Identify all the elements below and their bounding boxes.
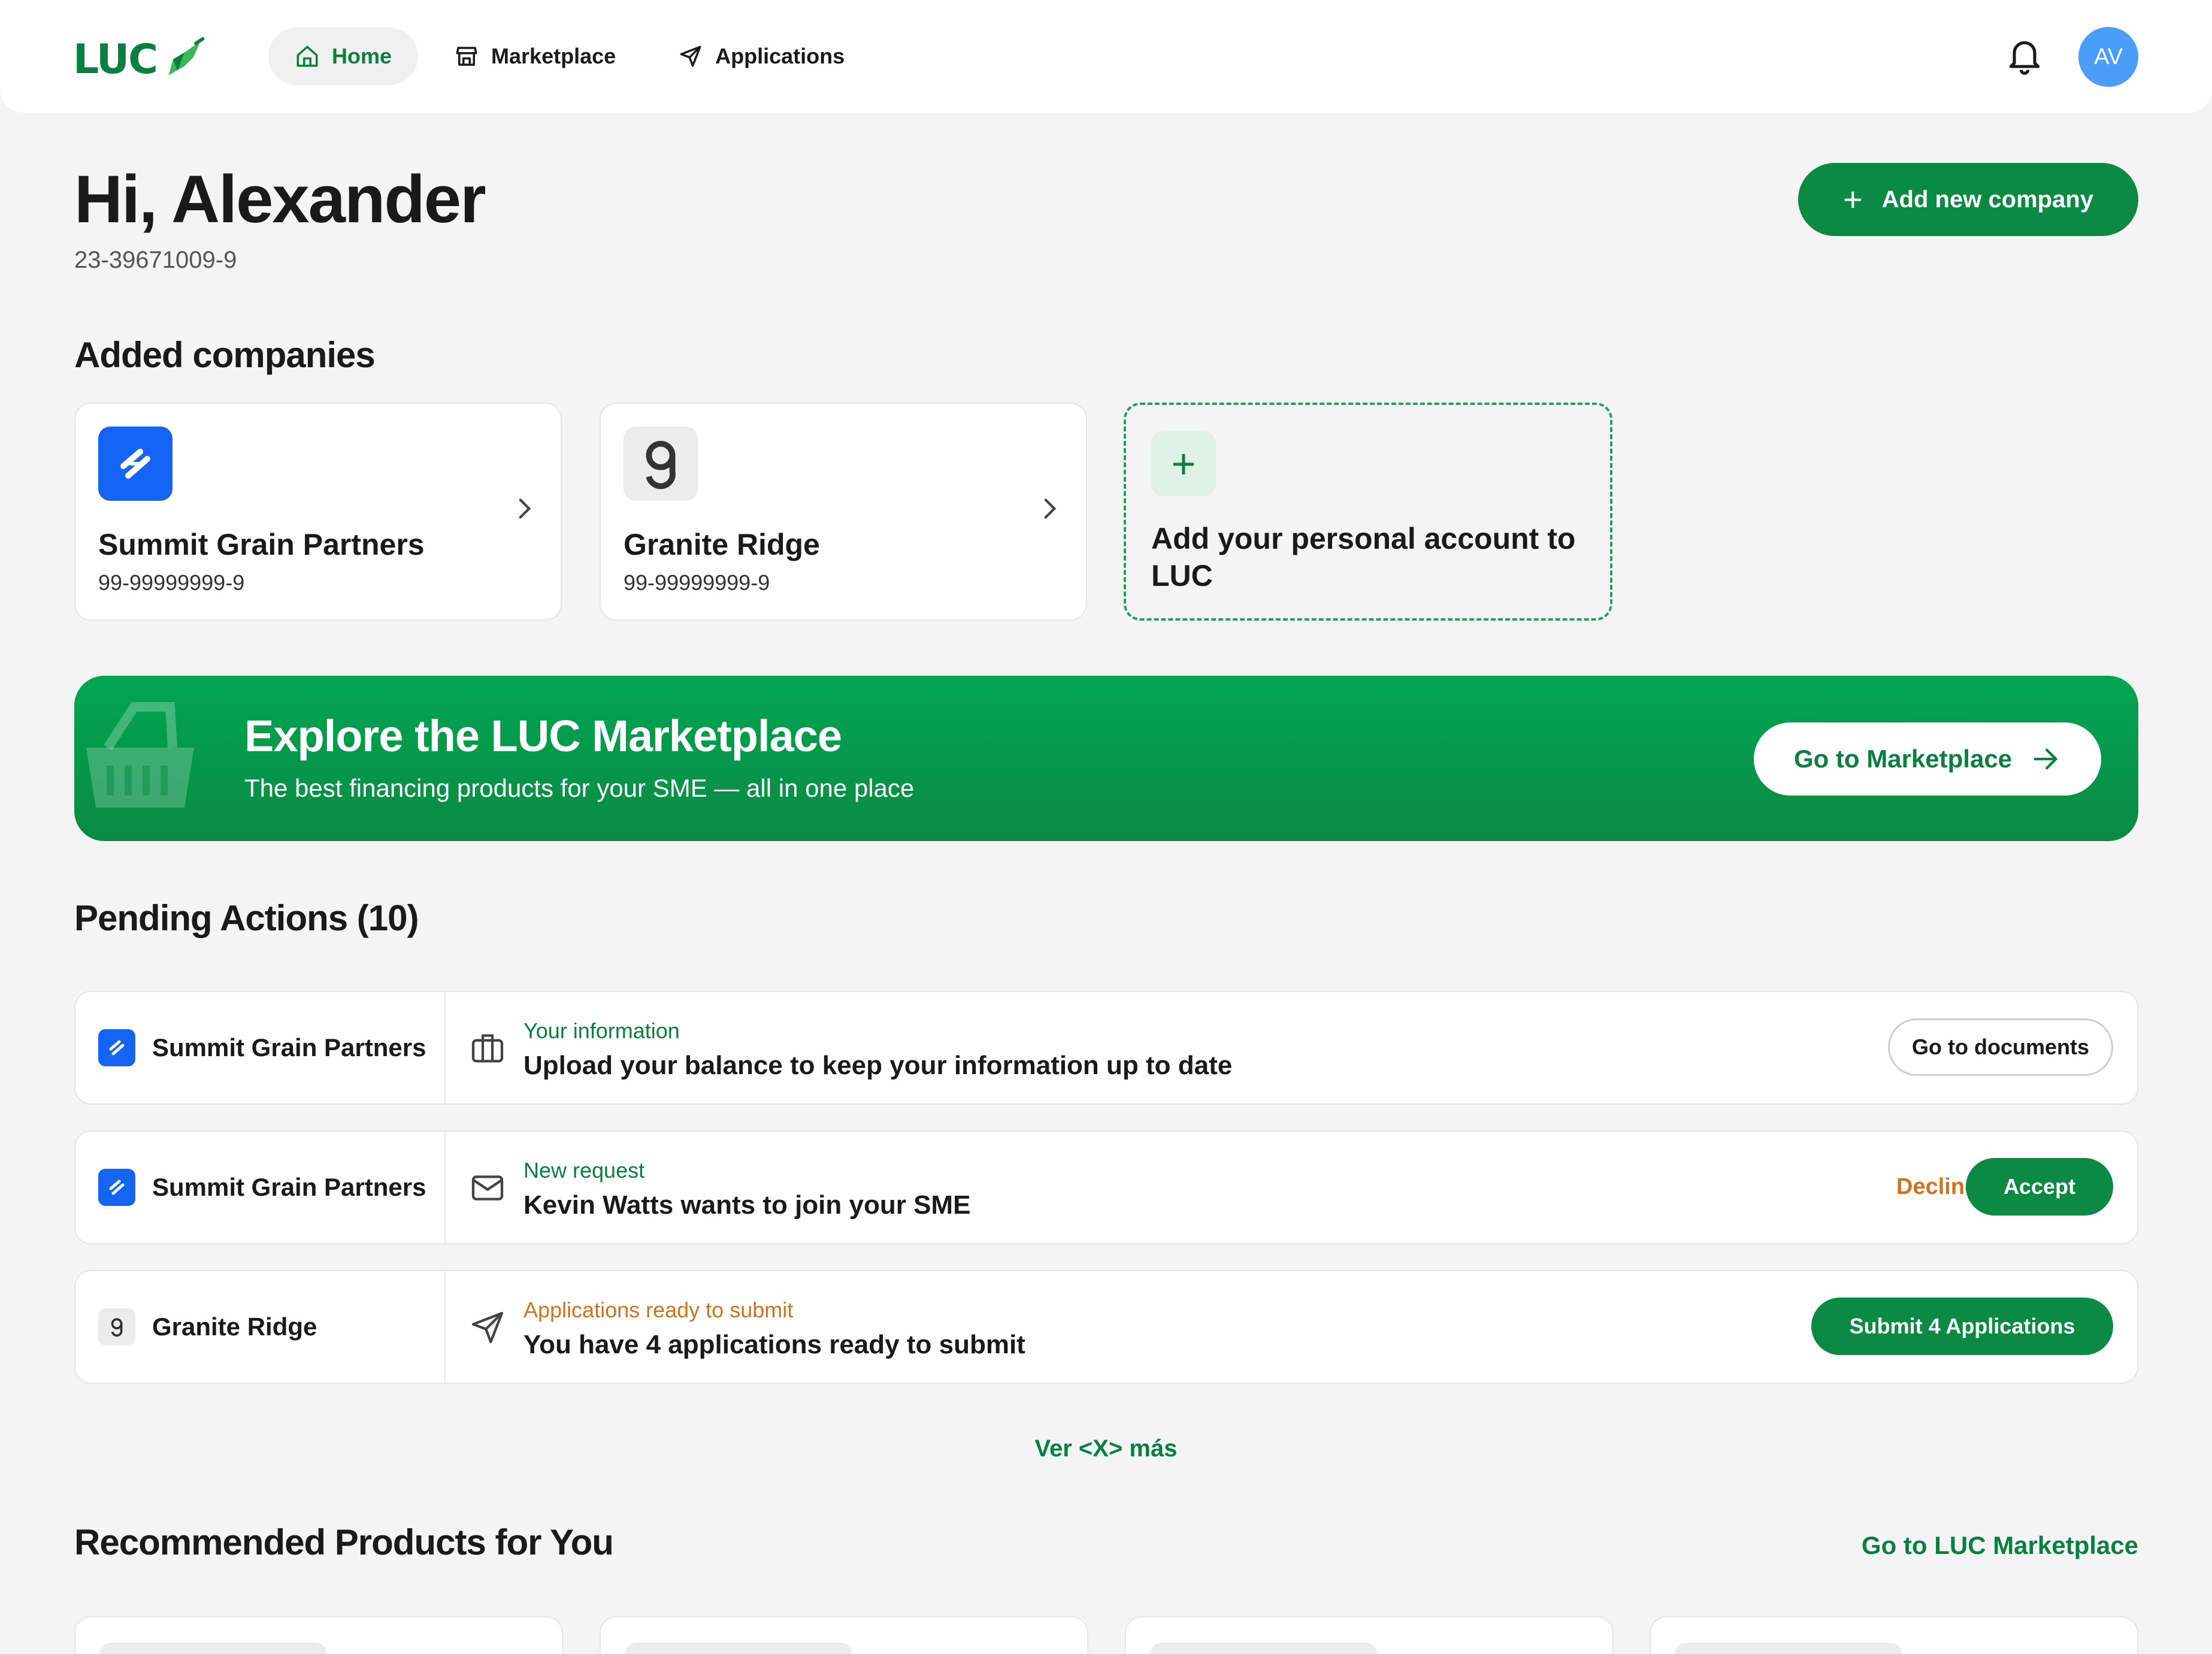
luc-logo[interactable]: LUC [73, 34, 207, 85]
pending-kind: Applications ready to submit [524, 1298, 794, 1322]
product-card[interactable] [600, 1616, 1088, 1654]
recommended-section-title: Recommended Products for You [74, 1522, 614, 1562]
product-card[interactable] [74, 1616, 563, 1654]
nav-home[interactable]: Home [268, 28, 419, 85]
main-nav: Home Marketplace Applications [268, 28, 880, 85]
summit-logo-icon [98, 1169, 135, 1206]
basket-icon [86, 702, 194, 808]
banner-subtitle: The best financing products for your SME… [244, 774, 915, 802]
accept-button[interactable]: Accept [1966, 1158, 2113, 1215]
store-icon [456, 47, 477, 66]
see-more-link[interactable]: Ver <X> más [0, 1435, 2212, 1462]
nav-marketplace-label: Marketplace [491, 44, 616, 68]
add-company-button[interactable]: + Add new company [1798, 163, 2138, 236]
banner-title: Explore the LUC Marketplace [244, 711, 842, 761]
product-card-placeholder [625, 1643, 852, 1654]
company-id: 99-99999999-9 [624, 570, 770, 595]
summit-logo-icon [98, 427, 173, 501]
go-to-documents-button[interactable]: Go to documents [1888, 1018, 2113, 1076]
nav-applications-label: Applications [715, 44, 845, 68]
pending-message: Upload your balance to keep your informa… [524, 1051, 1233, 1080]
briefcase-icon [471, 1034, 504, 1063]
company-name: Summit Grain Partners [98, 528, 425, 561]
decline-button[interactable]: Decline [1896, 1158, 1977, 1215]
submit-applications-button[interactable]: Submit 4 Applications [1811, 1298, 2113, 1355]
company-card-summit[interactable]: Summit Grain Partners 99-99999999-9 [74, 403, 562, 621]
pending-kind: Your information [524, 1018, 680, 1043]
product-card-placeholder [1150, 1643, 1378, 1654]
greeting-title: Hi, Alexander [74, 162, 486, 237]
pending-message: Kevin Watts wants to join your SME [524, 1190, 971, 1220]
pending-company: Summit Grain Partners [75, 992, 446, 1103]
pending-message: You have 4 applications ready to submit [524, 1330, 1025, 1359]
leaf-logo-icon [168, 37, 205, 75]
notification-bell-icon[interactable] [2004, 36, 2045, 77]
user-avatar[interactable]: AV [2078, 27, 2138, 87]
nav-marketplace[interactable]: Marketplace [428, 28, 642, 85]
chevron-right-icon [519, 498, 531, 519]
send-icon [680, 46, 701, 67]
summit-logo-icon [98, 1029, 135, 1066]
pending-company-name: Summit Grain Partners [152, 1173, 426, 1201]
logo-text: LUC [73, 35, 158, 83]
add-company-label: Add new company [1881, 186, 2094, 213]
plus-icon: + [1842, 180, 1863, 218]
marketplace-banner: Explore the LUC Marketplace The best fin… [74, 676, 2138, 841]
chevron-right-icon [1044, 498, 1057, 519]
granite-logo-icon [624, 427, 698, 501]
home-icon [296, 46, 318, 67]
pending-row: Summit Grain Partners New request Kevin … [74, 1130, 2138, 1244]
pending-company: Summit Grain Partners [75, 1132, 446, 1243]
product-card[interactable] [1125, 1616, 1614, 1654]
nav-applications[interactable]: Applications [652, 28, 871, 85]
send-icon [471, 1311, 504, 1344]
granite-logo-icon [98, 1308, 135, 1345]
nav-home-label: Home [332, 44, 392, 68]
add-personal-account-card[interactable]: + Add your personal account to LUC [1124, 403, 1612, 621]
user-tax-id: 23-39671009-9 [74, 247, 237, 273]
companies-section-title: Added companies [74, 335, 376, 375]
go-to-luc-marketplace-link[interactable]: Go to LUC Marketplace [1862, 1531, 2138, 1560]
pending-section-title: Pending Actions (10) [74, 898, 419, 938]
pending-row: Summit Grain Partners Your information U… [74, 991, 2138, 1105]
plus-icon: + [1151, 431, 1216, 496]
pending-company-name: Granite Ridge [152, 1313, 317, 1341]
mail-icon [471, 1175, 504, 1201]
top-bar: LUC Home Marketplace Applications AV [0, 0, 2212, 113]
arrow-right-icon [2034, 748, 2058, 770]
company-id: 99-99999999-9 [98, 570, 245, 595]
pending-kind: New request [524, 1158, 645, 1183]
go-to-marketplace-button[interactable]: Go to Marketplace [1754, 722, 2101, 796]
product-card-placeholder [1675, 1643, 1902, 1654]
product-card-placeholder [99, 1643, 327, 1654]
product-card[interactable] [1650, 1616, 2138, 1654]
pending-row: Granite Ridge Applications ready to subm… [74, 1270, 2138, 1384]
go-to-marketplace-label: Go to Marketplace [1793, 745, 2013, 773]
company-name: Granite Ridge [624, 528, 820, 561]
pending-company: Granite Ridge [75, 1271, 446, 1383]
company-card-granite[interactable]: Granite Ridge 99-99999999-9 [600, 403, 1087, 621]
add-personal-label: Add your personal account to LUC [1151, 522, 1576, 592]
pending-company-name: Summit Grain Partners [152, 1033, 426, 1062]
